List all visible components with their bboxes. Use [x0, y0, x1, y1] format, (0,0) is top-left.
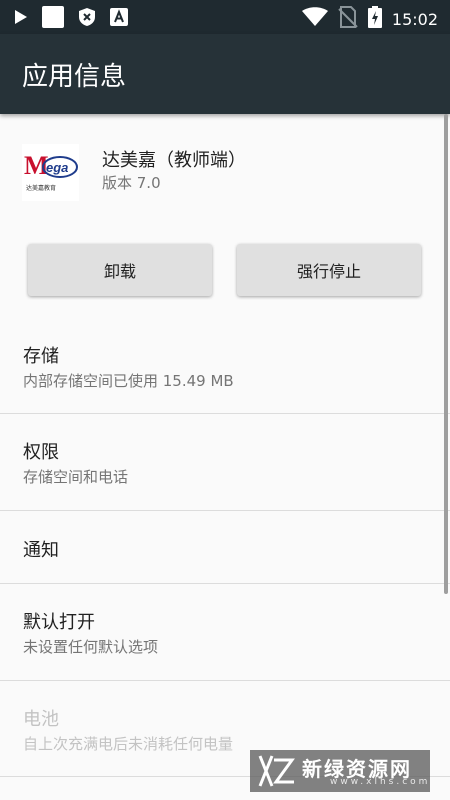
app-icon: M ega 达美嘉教育	[22, 144, 79, 201]
setting-title: 存储	[23, 346, 59, 367]
watermark: 新绿资源网 www.xlhs.com	[250, 750, 430, 792]
app-bar: 应用信息	[0, 34, 450, 114]
notification-square-icon	[42, 6, 64, 32]
status-bar: 15:02	[0, 0, 450, 34]
setting-subtitle: 自上次充满电后未消耗任何电量	[23, 735, 234, 753]
setting-title: 默认打开	[23, 612, 95, 633]
shield-x-icon	[78, 7, 96, 31]
setting-title: 权限	[23, 442, 59, 463]
app-name: 达美嘉（教师端）	[102, 150, 246, 171]
page-title: 应用信息	[22, 62, 127, 92]
svg-text:ega: ega	[46, 160, 68, 175]
setting-title: 电池	[23, 709, 59, 730]
setting-item-notifications[interactable]: 通知	[0, 511, 450, 583]
play-icon	[14, 9, 28, 29]
setting-subtitle: 内部存储空间已使用 15.49 MB	[23, 372, 234, 390]
svg-text:M: M	[24, 151, 49, 180]
watermark-logo-icon	[256, 754, 296, 792]
setting-subtitle: 存储空间和电话	[23, 468, 129, 486]
setting-item-default-open[interactable]: 默认打开 未设置任何默认选项	[0, 584, 450, 680]
uninstall-button[interactable]: 卸载	[28, 244, 212, 296]
force-stop-button[interactable]: 强行停止	[237, 244, 421, 296]
setting-item-storage[interactable]: 存储 内部存储空间已使用 15.49 MB	[0, 318, 450, 414]
svg-text:达美嘉教育: 达美嘉教育	[26, 184, 56, 192]
battery-charging-icon	[367, 6, 382, 32]
setting-title: 通知	[23, 540, 59, 561]
watermark-url: www.xlhs.com	[330, 777, 431, 787]
scrollbar[interactable]	[444, 114, 448, 594]
wifi-icon	[301, 7, 328, 31]
clock: 15:02	[391, 9, 438, 29]
no-sim-icon	[338, 6, 358, 32]
setting-subtitle: 未设置任何默认选项	[23, 638, 159, 656]
app-version: 版本 7.0	[102, 174, 161, 192]
font-a-icon	[110, 8, 128, 30]
setting-item-permissions[interactable]: 权限 存储空间和电话	[0, 414, 450, 510]
